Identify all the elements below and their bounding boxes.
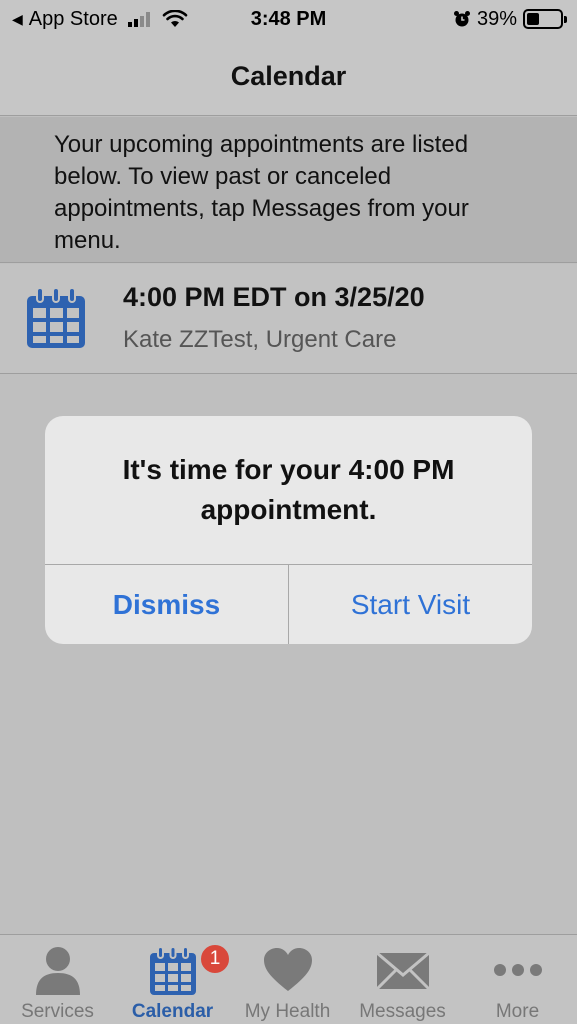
back-arrow-icon[interactable]: ◀ <box>12 11 23 28</box>
appointment-time: 4:00 PM EDT on 3/25/20 <box>123 282 425 312</box>
wifi-icon <box>162 10 188 27</box>
tab-services[interactable]: Services <box>0 935 115 1024</box>
more-dots-icon <box>493 964 542 976</box>
navigation-bar: Calendar <box>0 38 577 116</box>
back-app-label[interactable]: App Store <box>29 8 118 31</box>
person-icon <box>35 947 80 995</box>
alert-message-line-1: It's time for your 4:00 PM <box>122 454 455 485</box>
appointment-alert-dialog: It's time for your 4:00 PM appointment. … <box>45 416 532 644</box>
cellular-signal-icon <box>127 11 150 27</box>
heart-icon <box>263 948 312 991</box>
calendar-icon <box>149 946 196 995</box>
battery-percent: 39% <box>476 7 517 30</box>
appointment-detail: Kate ZZTest, Urgent Care <box>123 326 397 353</box>
appointment-row[interactable]: 4:00 PM EDT on 3/25/20 Kate ZZTest, Urge… <box>0 264 577 374</box>
info-banner: Your upcoming appointments are listed be… <box>0 117 577 263</box>
envelope-icon <box>375 951 430 991</box>
tab-label-more: More <box>495 1001 540 1022</box>
tab-calendar[interactable]: 1 Calendar <box>115 935 231 1024</box>
tab-more[interactable]: More <box>460 935 575 1024</box>
status-bar: ◀ App Store 3:48 PM 39% <box>0 0 577 38</box>
start-visit-button[interactable]: Start Visit <box>289 565 532 644</box>
info-text: Your upcoming appointments are listed be… <box>54 131 469 254</box>
tab-bar: Services 1 Calendar My Health Messages M… <box>0 934 577 1024</box>
alert-message: It's time for your 4:00 PM appointment. <box>75 450 502 530</box>
alarm-clock-icon <box>453 11 470 27</box>
alert-message-line-2: appointment. <box>200 494 377 525</box>
tab-label-messages: Messages <box>359 1001 446 1022</box>
notification-badge: 1 <box>199 943 231 975</box>
status-left: ◀ App Store <box>12 8 188 31</box>
calendar-icon <box>27 287 85 348</box>
tab-label-my-health: My Health <box>244 1001 331 1022</box>
tab-my-health[interactable]: My Health <box>230 935 345 1024</box>
tab-label-calendar: Calendar <box>131 1001 214 1022</box>
status-right: 39% <box>453 7 567 31</box>
page-title: Calendar <box>230 61 347 91</box>
tab-label-services: Services <box>21 1001 94 1022</box>
tab-messages[interactable]: Messages <box>345 935 460 1024</box>
battery-icon <box>523 9 567 29</box>
dismiss-button[interactable]: Dismiss <box>45 565 288 644</box>
